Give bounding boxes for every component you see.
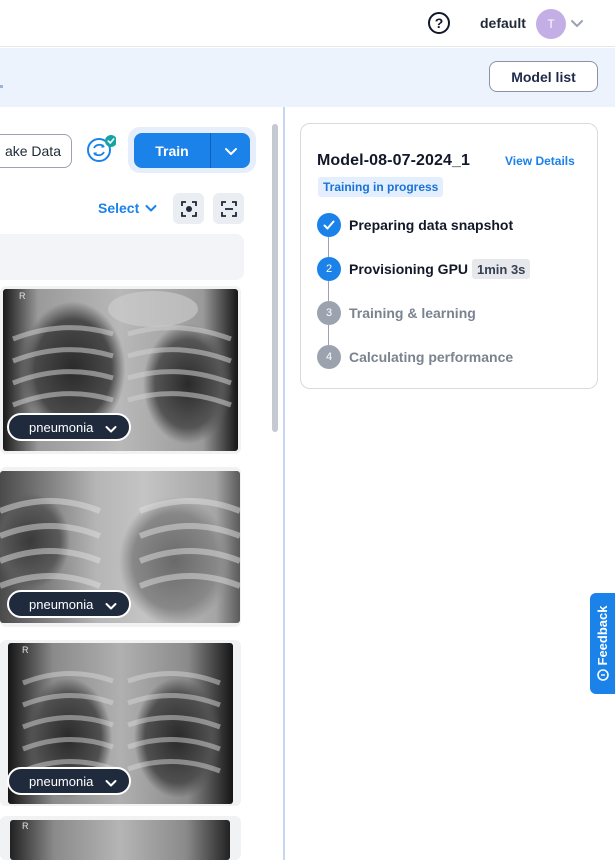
step-number: 4 xyxy=(317,345,341,369)
frame-minus-icon xyxy=(220,200,237,217)
chevron-down-icon xyxy=(224,147,237,155)
select-label: Select xyxy=(98,200,140,216)
fake-data-button[interactable]: ake Data xyxy=(0,134,72,168)
orientation-marker: R xyxy=(22,821,29,831)
chevron-down-icon xyxy=(105,780,117,787)
feedback-tab[interactable]: Feedback xyxy=(590,593,615,694)
select-dropdown[interactable]: Select xyxy=(98,200,157,216)
sync-icon[interactable] xyxy=(84,134,116,166)
scrollbar[interactable] xyxy=(272,124,278,432)
chevron-down-icon xyxy=(145,205,157,212)
breadcrumb-fragment xyxy=(0,85,3,88)
train-button[interactable]: Train xyxy=(134,133,210,168)
chevron-down-icon xyxy=(105,603,117,610)
focus-frame-icon xyxy=(180,200,197,217)
label-text: pneumonia xyxy=(29,596,94,612)
label-dropdown[interactable]: pneumonia xyxy=(7,413,131,441)
feedback-icon xyxy=(596,669,609,682)
model-list-button[interactable]: Model list xyxy=(489,61,598,92)
checkmark-icon xyxy=(323,220,335,230)
xray-image: R xyxy=(10,820,230,860)
view-details-link[interactable]: View Details xyxy=(505,154,575,168)
orientation-marker: R xyxy=(22,645,29,655)
feedback-label: Feedback xyxy=(595,605,610,666)
pane-divider[interactable] xyxy=(283,107,285,860)
step-label: Preparing data snapshot xyxy=(349,217,514,233)
status-badge: Training in progress xyxy=(318,177,444,197)
orientation-marker: R xyxy=(19,291,26,301)
step-done-icon xyxy=(317,213,341,237)
label-text: pneumonia xyxy=(29,773,94,789)
filter-bar[interactable] xyxy=(0,234,244,280)
model-name: Model-08-07-2024_1 xyxy=(317,152,470,169)
elapsed-time-badge: 1min 3s xyxy=(472,259,531,279)
avatar[interactable]: T xyxy=(536,9,566,39)
username[interactable]: default xyxy=(480,15,526,31)
chevron-down-icon[interactable] xyxy=(570,16,584,30)
chevron-down-icon xyxy=(105,426,117,433)
top-bar: ? default T xyxy=(0,0,615,47)
help-icon[interactable]: ? xyxy=(428,12,450,34)
step-number: 2 xyxy=(317,257,341,281)
focus-select-button[interactable] xyxy=(173,193,204,224)
label-dropdown[interactable]: pneumonia xyxy=(7,767,131,795)
label-text: pneumonia xyxy=(29,419,94,435)
step-label: Training & learning xyxy=(349,305,476,321)
step-label: Calculating performance xyxy=(349,349,514,365)
step-number: 3 xyxy=(317,301,341,325)
step-connector xyxy=(328,325,329,345)
feedback-content: Feedback xyxy=(590,593,615,694)
step-label: Provisioning GPU xyxy=(349,261,469,277)
step-connector xyxy=(328,237,329,257)
train-options-button[interactable] xyxy=(210,133,250,168)
deselect-button[interactable] xyxy=(213,193,244,224)
step-connector xyxy=(328,281,329,301)
label-dropdown[interactable]: pneumonia xyxy=(7,590,131,618)
